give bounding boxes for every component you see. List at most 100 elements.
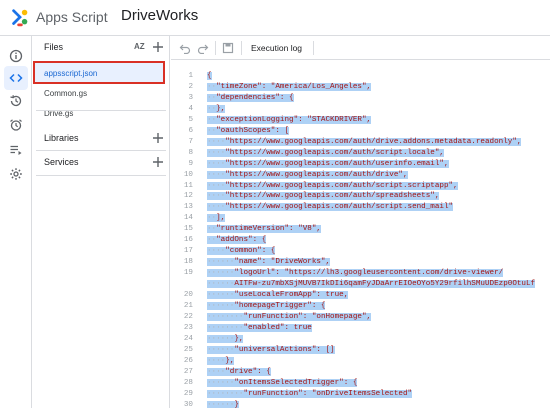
line-number: 11 [183, 181, 193, 190]
code-text: ····"https://www.googleapis.com/auth/spr… [207, 192, 440, 201]
code-text: ····}, [207, 356, 235, 365]
code-text: ········"enabled": true [207, 323, 312, 332]
line-number: 10 [183, 170, 193, 179]
line-number: 6 [188, 126, 193, 135]
line-number: 1 [188, 72, 193, 80]
files-heading: Files [44, 42, 64, 52]
project-history-button[interactable] [4, 89, 28, 113]
code-text: { [207, 72, 212, 80]
line-number: 16 [183, 236, 193, 245]
line-number: 4 [188, 104, 193, 113]
project-title[interactable]: DriveWorks [121, 7, 198, 24]
line-number: 20 [183, 291, 193, 299]
line-number: 2 [188, 82, 193, 91]
save-icon[interactable] [222, 42, 234, 54]
undo-icon[interactable] [179, 42, 191, 54]
code-text: ······"homepageTrigger": { [207, 301, 326, 310]
code-text: ··"exceptionLogging": "STACKDRIVER", [207, 115, 372, 124]
code-text: ······"useLocaleFromApp": true, [207, 291, 349, 299]
line-number: 18 [183, 258, 193, 267]
overview-button[interactable] [4, 44, 28, 68]
code-text: ····"https://www.googleapis.com/auth/scr… [207, 148, 444, 157]
line-number: 26 [183, 356, 193, 365]
editor-toolbar: Execution log [171, 36, 550, 60]
line-number: 23 [183, 323, 193, 332]
add-file-icon[interactable] [152, 41, 164, 53]
line-number: 28 [183, 378, 193, 387]
file-item-appsscript-json[interactable]: appsscript.json [33, 61, 165, 84]
code-text: ······} [207, 400, 239, 408]
code-text: ····"https://www.googleapis.com/auth/dri… [207, 137, 522, 146]
line-number: 22 [183, 312, 193, 321]
project-settings-button[interactable] [4, 162, 28, 186]
code-text: ····"https://www.googleapis.com/auth/scr… [207, 181, 458, 190]
line-number: 17 [183, 247, 193, 256]
code-icon [9, 73, 23, 83]
code-text: ··}, [207, 104, 226, 113]
apps-script-logo-icon[interactable] [9, 7, 31, 29]
toolbar-separator [313, 41, 314, 55]
code-text: ······"onItemsSelectedTrigger": { [207, 378, 358, 387]
code-text: ··"oauthScopes": [ [207, 126, 290, 135]
app-name: Apps Script [36, 9, 108, 25]
sort-files-button[interactable]: AZ [134, 42, 145, 51]
code-text: ··"timeZone": "America/Los_Angeles", [207, 82, 372, 91]
history-icon [10, 95, 22, 107]
line-number: 14 [183, 214, 193, 223]
alarm-icon [10, 119, 22, 131]
code-text: ······"logoUrl": "https://lh3.googleuser… [207, 269, 504, 278]
toolbar-separator [241, 41, 242, 55]
services-divider [36, 175, 166, 176]
add-library-icon[interactable] [152, 132, 164, 144]
files-panel: Files AZ Common.gs Drive.gs Libraries Se… [32, 36, 170, 408]
line-number: 27 [183, 367, 193, 376]
libraries-heading: Libraries [44, 133, 79, 143]
line-number: 21 [183, 301, 193, 310]
file-item-common[interactable]: Common.gs [44, 89, 87, 98]
code-text: ········"runFunction": "onDriveItemsSele… [207, 389, 413, 398]
toolbar-separator [215, 41, 216, 55]
line-number: 5 [188, 115, 193, 124]
files-divider [36, 110, 166, 111]
code-text: ······"universalActions": [] [207, 345, 335, 354]
code-text: ····"common": { [207, 247, 276, 256]
triggers-button[interactable] [4, 113, 28, 137]
services-heading: Services [44, 157, 79, 167]
line-number: 15 [183, 225, 193, 234]
code-text: ····"https://www.googleapis.com/auth/dri… [207, 170, 408, 179]
executions-button[interactable] [4, 138, 28, 162]
code-text: ····"https://www.googleapis.com/auth/use… [207, 159, 449, 168]
execution-log-button[interactable]: Execution log [251, 43, 302, 53]
info-icon [9, 49, 23, 63]
code-text: ····"https://www.googleapis.com/auth/scr… [207, 203, 454, 212]
editor-button[interactable] [4, 66, 28, 90]
line-number: 24 [183, 334, 193, 343]
line-number: 12 [183, 192, 193, 201]
line-number: 25 [183, 345, 193, 354]
nav-rail [0, 36, 32, 408]
code-text: ······AITFw-zu7mbXSjMUVB7IkDIi6qamFyJDaA… [207, 280, 536, 289]
line-number: 7 [188, 137, 193, 146]
libraries-divider [36, 150, 166, 151]
executions-icon [10, 145, 22, 155]
code-text: ······}, [207, 334, 244, 343]
code-text: ······"name": "DriveWorks", [207, 258, 331, 267]
line-number: 13 [183, 203, 193, 212]
add-service-icon[interactable] [152, 156, 164, 168]
line-number: 3 [188, 93, 193, 102]
code-text: ········"runFunction": "onHomepage", [207, 312, 372, 321]
file-item-label: appsscript.json [44, 69, 98, 78]
app-header: Apps Script DriveWorks [0, 0, 550, 36]
code-editor[interactable]: 1 {2 ··"timeZone": "America/Los_Angeles", 3… [171, 62, 550, 408]
settings-icon [10, 168, 22, 180]
line-number: 9 [188, 159, 193, 168]
line-number: 29 [183, 389, 193, 398]
code-text: ··"dependencies": { [207, 93, 294, 102]
code-text: ··"addOns": { [207, 236, 267, 245]
code-text: ··], [207, 214, 226, 223]
code-text: ····"drive": { [207, 367, 271, 376]
line-number: 19 [183, 269, 193, 278]
line-number: 30 [183, 400, 193, 408]
redo-icon[interactable] [197, 42, 209, 54]
line-number: 8 [188, 148, 193, 157]
